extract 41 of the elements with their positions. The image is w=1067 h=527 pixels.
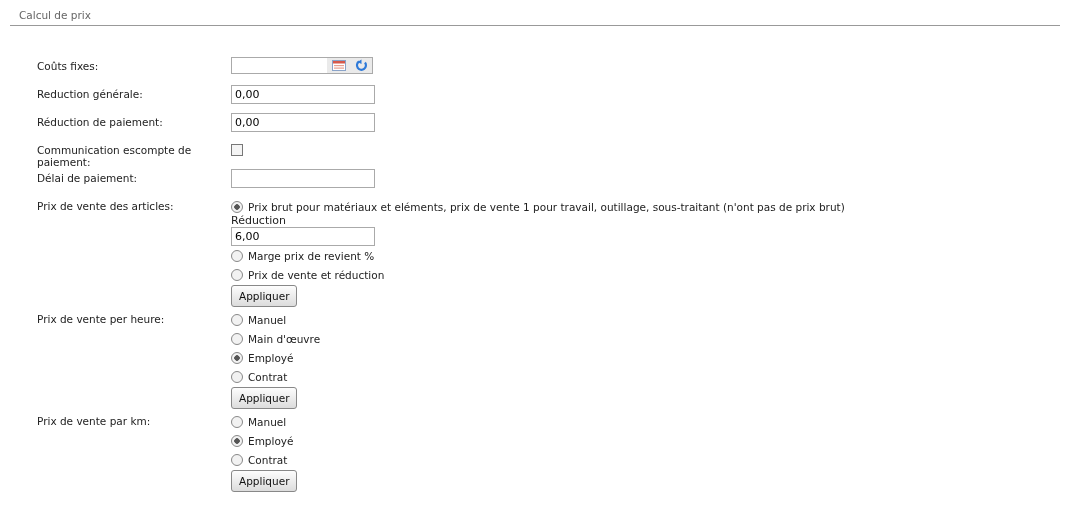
option-label[interactable]: Prix de vente et réduction bbox=[248, 268, 385, 281]
calendar-icon[interactable] bbox=[332, 60, 346, 71]
input-field[interactable]: 0,00 bbox=[231, 85, 375, 104]
radio-button[interactable] bbox=[231, 415, 243, 428]
input-field[interactable]: 0,00 bbox=[231, 113, 375, 132]
input-field[interactable]: 6,00 bbox=[231, 227, 375, 246]
input-field[interactable] bbox=[231, 57, 373, 74]
field-label: Coûts fixes: bbox=[37, 59, 100, 72]
field-label: Prix de vente per heure: bbox=[37, 312, 166, 325]
radio-button[interactable] bbox=[231, 332, 243, 345]
field-label: Communication escompte de paiement: bbox=[37, 143, 193, 168]
radio-button[interactable] bbox=[231, 200, 243, 213]
radio-button[interactable] bbox=[231, 453, 243, 466]
apply-button[interactable]: Appliquer bbox=[231, 285, 298, 307]
radio-button[interactable] bbox=[231, 351, 243, 364]
field-label: Délai de paiement: bbox=[37, 171, 139, 184]
radio-button[interactable] bbox=[231, 313, 243, 326]
option-label[interactable]: Marge prix de revient % bbox=[248, 249, 375, 262]
option-label[interactable]: Manuel bbox=[248, 415, 287, 428]
field-label: Réduction bbox=[231, 214, 286, 227]
option-label[interactable]: Main d'œuvre bbox=[248, 332, 321, 345]
field-label: Reduction générale: bbox=[37, 87, 144, 100]
option-label[interactable]: Contrat bbox=[248, 453, 288, 466]
radio-button[interactable] bbox=[231, 249, 243, 262]
radio-button[interactable] bbox=[231, 268, 243, 281]
refresh-icon[interactable] bbox=[355, 59, 368, 72]
apply-button[interactable]: Appliquer bbox=[231, 470, 298, 492]
field-label: Prix de vente des articles: bbox=[37, 199, 175, 212]
apply-button[interactable]: Appliquer bbox=[231, 387, 298, 409]
option-label[interactable]: Contrat bbox=[248, 370, 288, 383]
option-label[interactable]: Manuel bbox=[248, 313, 287, 326]
field-label: Prix de vente par km: bbox=[37, 414, 152, 427]
option-label[interactable]: Employé bbox=[248, 351, 294, 364]
checkbox[interactable] bbox=[231, 144, 243, 156]
input-field[interactable] bbox=[231, 169, 375, 188]
radio-button[interactable] bbox=[231, 370, 243, 383]
radio-button[interactable] bbox=[231, 434, 243, 447]
field-label: Réduction de paiement: bbox=[37, 115, 164, 128]
option-label[interactable]: Employé bbox=[248, 434, 294, 447]
option-label[interactable]: Prix brut pour matériaux et eléments, prix de vente 1 pour travail, outillage, sous-traitant (n'ont pas de prix brut) bbox=[248, 200, 845, 213]
section-title: Calcul de prix bbox=[19, 9, 91, 21]
